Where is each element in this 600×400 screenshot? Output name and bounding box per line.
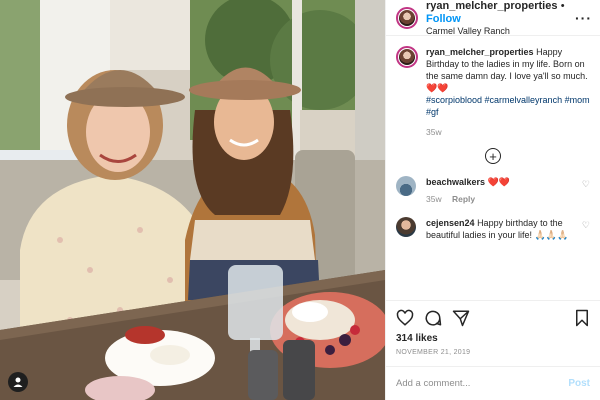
- caption-hashtags[interactable]: #scorpioblood #carmelvalleyranch #mom #g…: [426, 95, 590, 117]
- caption-username[interactable]: ryan_melcher_properties: [426, 47, 534, 57]
- comment-like-icon[interactable]: ♡: [582, 179, 590, 190]
- comments-section: ryan_melcher_properties Happy Birthday t…: [386, 36, 600, 300]
- plus-circle-icon[interactable]: +: [485, 148, 501, 164]
- author-info: ryan_melcher_properties • Follow Carmel …: [426, 0, 575, 37]
- comment-item: cejensen24 Happy birthday to the beautif…: [396, 217, 590, 241]
- comment-username[interactable]: cejensen24: [426, 218, 475, 228]
- post-comment-button[interactable]: Post: [568, 378, 590, 389]
- post-actions: 314 likes NOVEMBER 21, 2019: [386, 300, 600, 356]
- caption-author-avatar[interactable]: [396, 46, 418, 68]
- caption: ryan_melcher_properties Happy Birthday t…: [396, 46, 590, 138]
- comment-text: ❤️❤️: [487, 177, 510, 187]
- post-date: NOVEMBER 21, 2019: [396, 349, 471, 356]
- add-comment-bar: Post: [386, 366, 600, 400]
- tagged-user-icon[interactable]: [8, 372, 28, 392]
- bookmark-icon[interactable]: [574, 309, 590, 327]
- caption-body: ryan_melcher_properties Happy Birthday t…: [426, 46, 590, 138]
- person-icon: [13, 377, 23, 387]
- heart-icon[interactable]: [396, 309, 414, 327]
- share-icon[interactable]: [452, 309, 470, 327]
- comment-item: beachwalkers ❤️❤️ 35w Reply ♡: [396, 176, 590, 205]
- action-icons: [396, 307, 590, 329]
- separator-dot: •: [560, 0, 565, 12]
- more-horizontal-icon[interactable]: ···: [575, 10, 592, 26]
- post-photo[interactable]: [0, 0, 385, 400]
- post-side-panel: ryan_melcher_properties • Follow Carmel …: [385, 0, 600, 400]
- comment-like-icon[interactable]: ♡: [582, 220, 590, 231]
- instagram-post-modal: ryan_melcher_properties • Follow Carmel …: [0, 0, 600, 400]
- comment-icon[interactable]: [424, 309, 442, 327]
- commenter-avatar[interactable]: [396, 176, 416, 196]
- author-username[interactable]: ryan_melcher_properties: [426, 0, 557, 12]
- comment-body: beachwalkers ❤️❤️ 35w Reply: [426, 176, 576, 205]
- comment-meta: 35w Reply: [426, 193, 576, 205]
- photo-illustration: [0, 0, 385, 400]
- comment-input[interactable]: [396, 378, 569, 389]
- comment-age: 35w: [426, 194, 442, 204]
- commenter-avatar[interactable]: [396, 217, 416, 237]
- caption-age: 35w: [426, 127, 442, 137]
- comment-username[interactable]: beachwalkers: [426, 177, 485, 187]
- like-count[interactable]: 314 likes: [396, 333, 590, 344]
- comment-body: cejensen24 Happy birthday to the beautif…: [426, 217, 576, 241]
- caption-emoji: ❤️❤️: [426, 83, 449, 93]
- reply-button[interactable]: Reply: [452, 194, 475, 204]
- follow-button[interactable]: Follow: [426, 13, 461, 25]
- author-avatar[interactable]: [396, 6, 418, 29]
- post-header: ryan_melcher_properties • Follow Carmel …: [386, 0, 600, 36]
- location-link[interactable]: Carmel Valley Ranch: [426, 25, 575, 37]
- load-more-comments: +: [396, 148, 590, 164]
